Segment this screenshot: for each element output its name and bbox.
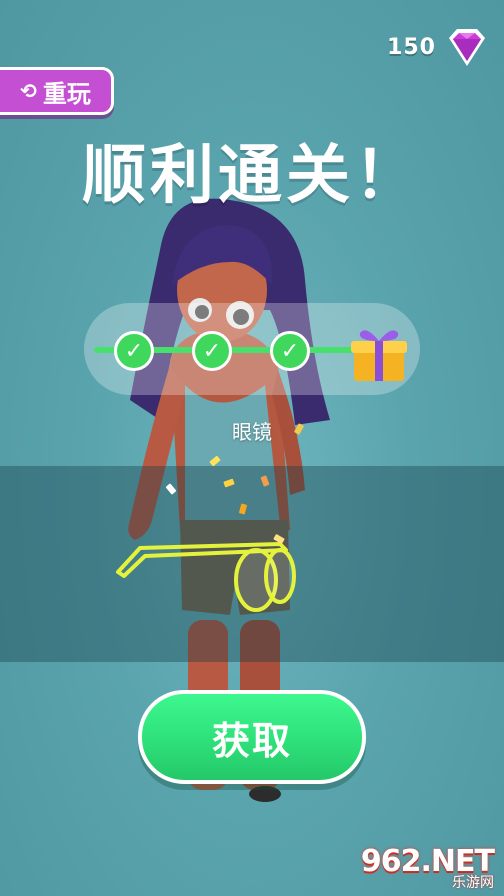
watermark-sub: 乐游网 bbox=[452, 875, 494, 891]
reward-progress: ✓ ✓ ✓ bbox=[84, 303, 420, 395]
watermark-logo: 962.NET 乐游网 bbox=[360, 844, 500, 891]
glasses-icon bbox=[116, 542, 296, 612]
replay-label: 重玩 bbox=[42, 79, 91, 108]
gift-icon bbox=[351, 330, 407, 381]
replay-icon: ⟲ bbox=[20, 79, 37, 103]
check-icon: ✓ bbox=[270, 331, 310, 371]
reward-item-label: 眼镜 bbox=[232, 420, 272, 444]
acquire-button[interactable]: 获取 bbox=[138, 690, 366, 784]
check-icon: ✓ bbox=[114, 331, 154, 371]
level-complete-title: 顺利通关！ bbox=[82, 139, 422, 213]
gem-counter: 150 bbox=[387, 24, 490, 70]
gem-icon bbox=[444, 24, 490, 70]
gem-count: 150 bbox=[387, 34, 436, 60]
check-icon: ✓ bbox=[192, 331, 232, 371]
replay-button[interactable]: ⟲ 重玩 bbox=[0, 67, 114, 115]
